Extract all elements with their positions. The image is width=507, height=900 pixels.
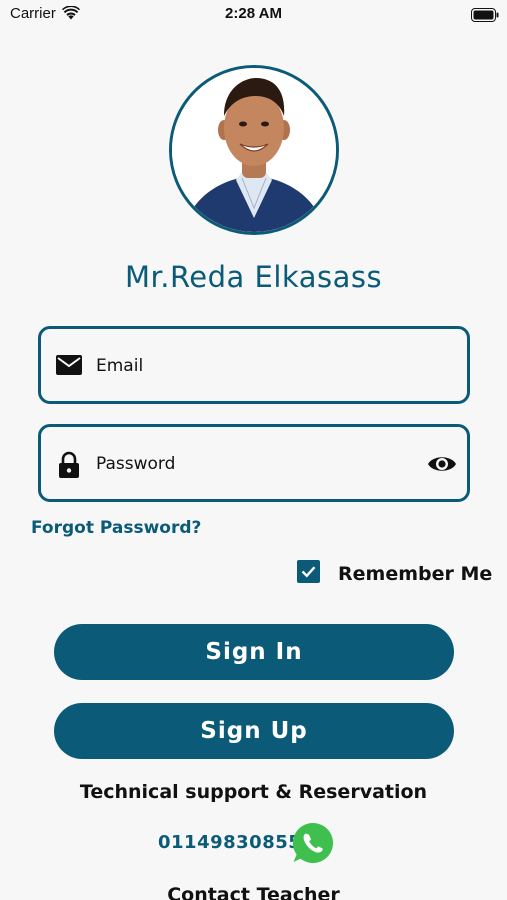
sign-in-button[interactable]: Sign In: [54, 624, 454, 680]
contact-teacher-title: Contact Teacher: [167, 884, 340, 900]
sign-up-button[interactable]: Sign Up: [54, 703, 454, 759]
email-field[interactable]: [38, 326, 470, 404]
forgot-password-link[interactable]: Forgot Password?: [31, 518, 201, 538]
status-time: 2:28 AM: [225, 5, 282, 22]
password-field[interactable]: [38, 424, 470, 502]
mail-icon: [55, 353, 83, 381]
remember-me-label[interactable]: Remember Me: [338, 563, 492, 585]
support-title: Technical support & Reservation: [79, 781, 428, 803]
status-bar: Carrier 2:28 AM: [0, 0, 507, 30]
password-input[interactable]: [96, 447, 406, 481]
teacher-name: Mr.Reda Elkasass: [124, 260, 383, 294]
whatsapp-icon[interactable]: [291, 821, 335, 869]
lock-icon: [55, 451, 83, 483]
teacher-avatar: [169, 65, 339, 235]
battery-icon: [471, 7, 499, 26]
support-phone-number[interactable]: 01149830855: [158, 832, 301, 853]
checkbox-checked-icon: [301, 566, 316, 578]
remember-me-checkbox[interactable]: [297, 560, 320, 583]
email-input[interactable]: [96, 349, 406, 383]
eye-icon[interactable]: [427, 453, 457, 479]
